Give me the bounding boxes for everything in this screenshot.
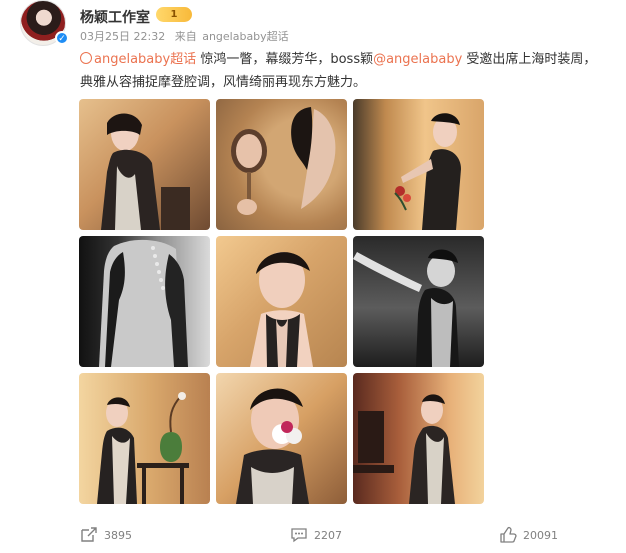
photo-1[interactable] [79,99,210,230]
photo-4-back [99,239,188,367]
photo-1-figure [101,113,190,230]
photo-4[interactable] [79,236,210,367]
text-part-1: 惊鸿一瞥，幕缀芳华，boss颖 [196,52,374,67]
comment-count: 2207 [314,528,342,542]
verified-badge-icon: ✓ [55,31,69,45]
vip-level: 1 [170,9,178,20]
photo-8[interactable] [216,373,347,504]
photo-7[interactable] [79,373,210,504]
photo-2-mirror [231,107,336,215]
photo-7-scene [97,392,189,504]
avatar[interactable]: ✓ [20,0,69,46]
photo-6[interactable] [353,236,484,367]
like-button[interactable]: 20091 [499,526,558,544]
photo-9-scene [353,394,455,504]
source-prefix: 来自 [174,30,197,43]
repost-button[interactable]: 3895 [80,526,132,544]
mention-link[interactable]: @angelababy [373,52,462,67]
post-meta: 03月25日 22:32 来自 angelababy超话 [80,28,295,44]
topic-text: angelababy超话 [94,52,197,67]
photo-6-figure [353,249,459,367]
image-grid [79,99,484,504]
topic-icon [80,52,92,64]
repost-count: 3895 [104,528,132,542]
share-icon [81,527,97,542]
text-part-2: 受邀出席上海时装周， [462,52,597,67]
post-text: angelababy超话 惊鸿一瞥，幕缀芳华，boss颖@angelababy … [80,48,612,94]
author-name[interactable]: 杨颖工作室 [80,7,150,27]
text-line-2: 典雅从容捕捉摩登腔调，风情绮丽再现东方魅力。 [80,75,367,90]
source-link[interactable]: angelababy超话 [202,30,288,43]
post-actions: 3895 2207 20091 [0,526,626,550]
photo-2[interactable] [216,99,347,230]
thumbs-up-icon [500,526,517,543]
post-timestamp[interactable]: 03月25日 22:32 [80,30,165,43]
photo-5-portrait [250,252,313,367]
photo-8-portrait [236,388,309,504]
photo-3-figure [394,113,461,230]
photo-5[interactable] [216,236,347,367]
vip-badge[interactable]: 1 [156,7,192,22]
comment-button[interactable]: 2207 [290,526,342,544]
like-count: 20091 [523,528,558,542]
photo-3[interactable] [353,99,484,230]
topic-link[interactable]: angelababy超话 [80,52,196,67]
photo-9[interactable] [353,373,484,504]
comment-icon [291,528,307,543]
